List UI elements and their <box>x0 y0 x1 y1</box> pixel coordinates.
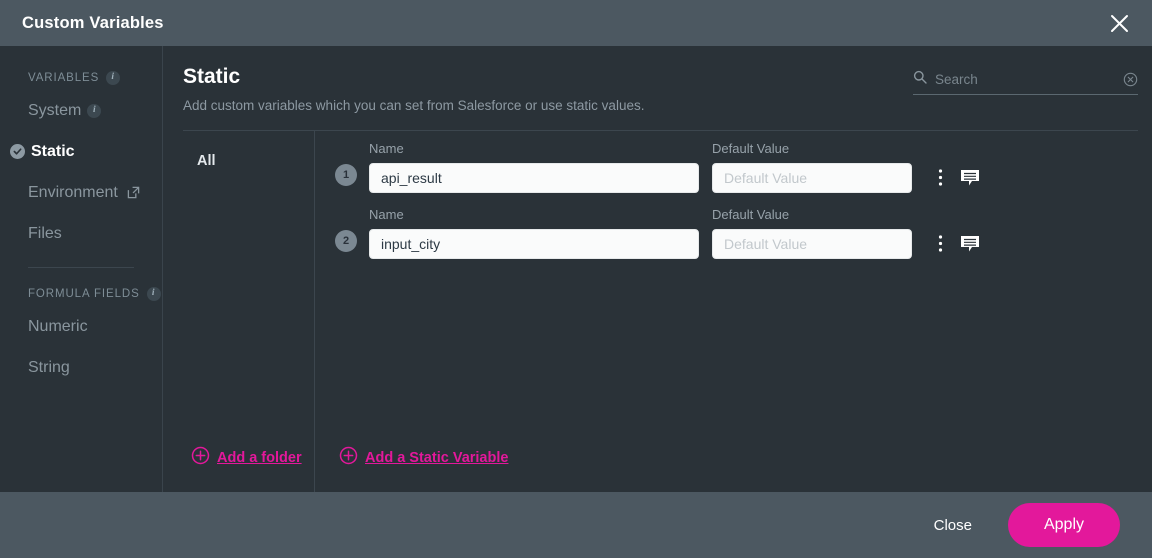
variable-row: 1 Name Default Value <box>335 141 1138 194</box>
row-actions <box>938 168 980 187</box>
add-folder-label: Add a folder <box>217 449 302 466</box>
sidebar-section-label: VARIABLES <box>28 72 100 84</box>
variable-default-field: Default Value <box>712 141 912 194</box>
row-index-badge: 1 <box>335 164 357 187</box>
folder-column: All Add a folder <box>183 131 315 492</box>
info-icon[interactable]: i <box>87 103 102 118</box>
sidebar-item-label: Files <box>28 224 62 242</box>
add-folder-button[interactable]: Add a folder <box>191 446 302 469</box>
sidebar-item-label: System <box>28 101 82 119</box>
external-link-icon <box>127 186 140 199</box>
variables-column: 1 Name Default Value <box>315 131 1138 492</box>
plus-circle-icon <box>339 446 358 469</box>
variable-name-field: Name <box>369 207 699 260</box>
kebab-menu-icon[interactable] <box>938 234 943 253</box>
sidebar-item-system[interactable]: System i <box>0 90 162 131</box>
main-panel: Static Add custom variables which you ca… <box>163 46 1152 492</box>
comment-icon[interactable] <box>960 169 980 187</box>
close-icon[interactable] <box>1102 6 1136 40</box>
sidebar: VARIABLES i System i Static Environment <box>0 46 163 492</box>
sidebar-item-environment[interactable]: Environment <box>0 172 162 213</box>
search-icon <box>913 70 927 89</box>
variable-name-input[interactable] <box>369 163 699 194</box>
plus-circle-icon <box>191 446 210 469</box>
check-circle-icon <box>10 144 25 159</box>
variable-name-field: Name <box>369 141 699 194</box>
info-icon[interactable]: i <box>106 71 121 85</box>
sidebar-item-string[interactable]: String <box>0 347 162 388</box>
kebab-menu-icon[interactable] <box>938 168 943 187</box>
variable-row: 2 Name Default Value <box>335 207 1138 260</box>
dialog-title: Custom Variables <box>22 13 164 32</box>
clear-circle-icon[interactable] <box>1123 72 1138 87</box>
sidebar-item-files[interactable]: Files <box>0 213 162 254</box>
folder-footer: Add a folder <box>183 446 314 492</box>
comment-icon[interactable] <box>960 235 980 253</box>
default-value-label: Default Value <box>712 207 790 223</box>
variable-default-input[interactable] <box>712 163 912 194</box>
search-input[interactable] <box>935 72 1115 87</box>
sidebar-section-variables: VARIABLES i <box>0 66 162 90</box>
name-label: Name <box>369 207 404 223</box>
sidebar-item-label: Environment <box>28 183 118 201</box>
sidebar-section-label: FORMULA FIELDS <box>28 288 140 300</box>
dialog-body: VARIABLES i System i Static Environment <box>0 46 1152 492</box>
sidebar-section-formula-fields: FORMULA FIELDS i <box>0 282 162 306</box>
dialog-footer: Close Apply <box>0 492 1152 558</box>
row-actions <box>938 234 980 253</box>
sidebar-item-label: Static <box>31 142 75 160</box>
close-button[interactable]: Close <box>924 509 982 542</box>
sidebar-item-label: Numeric <box>28 317 88 335</box>
sidebar-item-static[interactable]: Static <box>0 131 162 172</box>
variable-default-field: Default Value <box>712 207 912 260</box>
add-static-variable-label: Add a Static Variable <box>365 449 509 466</box>
main-header: Static Add custom variables which you ca… <box>163 46 1152 113</box>
row-index-badge: 2 <box>335 230 357 253</box>
add-static-variable-button[interactable]: Add a Static Variable <box>339 446 508 469</box>
custom-variables-dialog: Custom Variables VARIABLES i System i St… <box>0 0 1152 558</box>
variables-footer: Add a Static Variable <box>335 446 1138 492</box>
sidebar-divider <box>28 267 134 268</box>
sidebar-item-label: String <box>28 358 70 376</box>
sidebar-item-numeric[interactable]: Numeric <box>0 306 162 347</box>
page-subtitle: Add custom variables which you can set f… <box>183 98 645 114</box>
folder-item-all[interactable]: All <box>183 149 314 173</box>
default-value-label: Default Value <box>712 141 790 157</box>
content-area: All Add a folder 1 Name api_result Defau… <box>163 131 1152 492</box>
search-box <box>913 70 1138 95</box>
dialog-titlebar: Custom Variables <box>0 0 1152 46</box>
variable-default-input[interactable] <box>712 229 912 260</box>
apply-button[interactable]: Apply <box>1008 503 1120 547</box>
info-icon[interactable]: i <box>146 287 161 301</box>
name-label: Name <box>369 141 404 157</box>
variable-name-input[interactable] <box>369 229 699 260</box>
